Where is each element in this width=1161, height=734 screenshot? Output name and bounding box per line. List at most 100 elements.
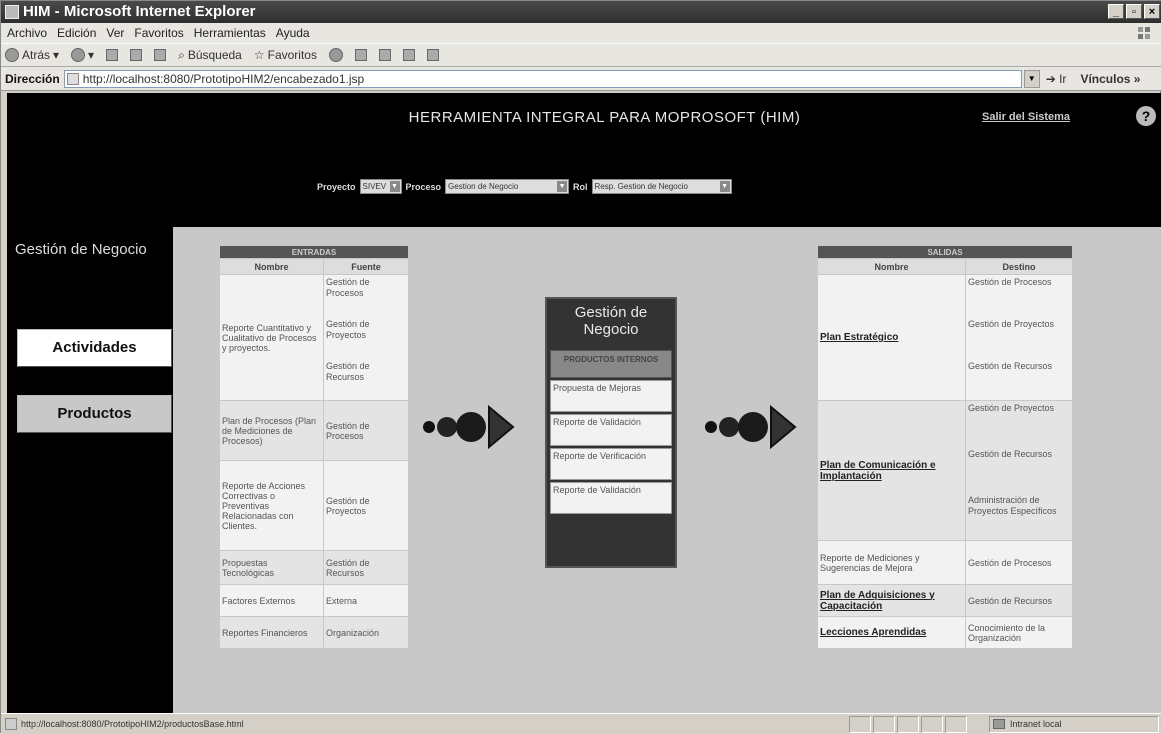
internal-products-header: PRODUCTOS INTERNOS — [550, 350, 672, 378]
search-icon: ⌕ — [178, 48, 185, 62]
address-label: Dirección — [5, 71, 60, 86]
minimize-button[interactable]: _ — [1108, 4, 1124, 19]
role-label: Rol — [573, 181, 588, 192]
role-value: Resp. Gestion de Negocio — [594, 182, 688, 191]
output-name: Reporte de Mediciones y Sugerencias de M… — [817, 540, 966, 585]
menu-edicion[interactable]: Edición — [57, 23, 96, 43]
table-row: Plan de Comunicación e Implantación Gest… — [817, 400, 1073, 541]
discuss-icon[interactable] — [426, 49, 439, 61]
app-header: HERRAMIENTA INTEGRAL PARA MOPROSOFT (HIM… — [7, 93, 1161, 143]
logout-link[interactable]: Salir del Sistema — [982, 111, 1070, 123]
internal-product-item: Propuesta de Mejoras — [550, 380, 672, 412]
menu-ver[interactable]: Ver — [106, 23, 124, 43]
output-dest: Conocimiento de la Organización — [965, 616, 1073, 649]
output-link[interactable]: Lecciones Aprendidas — [820, 627, 926, 638]
outputs-col-name: Nombre — [817, 258, 966, 275]
address-input[interactable]: http://localhost:8080/PrototipoHIM2/enca… — [63, 69, 1022, 88]
refresh-icon[interactable] — [130, 49, 143, 61]
go-button[interactable]: ➔ Ir — [1046, 72, 1067, 86]
ie-icon — [5, 5, 19, 19]
favorites-label: Favoritos — [267, 48, 317, 62]
history-icon[interactable] — [328, 48, 343, 62]
role-select[interactable]: Resp. Gestion de Negocio ▼ — [591, 179, 732, 194]
intranet-icon — [993, 719, 1005, 729]
output-dest: Gestión de Procesos — [968, 276, 1052, 287]
internal-product-item: Reporte de Validación — [550, 414, 672, 446]
output-name-cell: Plan de Adquisiciones y Capacitación — [817, 584, 966, 617]
output-dest: Gestión de Procesos — [965, 540, 1073, 585]
maximize-button[interactable]: ▫ — [1126, 4, 1142, 19]
favorites-button[interactable]: ☆ Favoritos — [254, 43, 317, 67]
menu-ayuda[interactable]: Ayuda — [276, 23, 310, 43]
table-row: Reporte Cuantitativo y Cualitativo de Pr… — [219, 274, 409, 401]
window-title: HIM - Microsoft Internet Explorer — [23, 3, 256, 20]
output-name-cell: Plan de Comunicación e Implantación — [817, 400, 966, 541]
project-value: SIVEV — [362, 182, 387, 191]
table-row: Reporte de Mediciones y Sugerencias de M… — [817, 540, 1073, 585]
menu-favoritos[interactable]: Favoritos — [134, 23, 183, 43]
help-icon[interactable]: ? — [1136, 106, 1156, 126]
address-url: http://localhost:8080/PrototipoHIM2/enca… — [82, 71, 365, 86]
chevron-down-icon: ▾ — [88, 48, 95, 62]
activities-button[interactable]: Actividades — [17, 329, 172, 367]
project-select[interactable]: SIVEV ▼ — [359, 179, 402, 194]
mail-icon[interactable] — [354, 49, 367, 61]
output-dest: Gestión de Recursos — [968, 448, 1053, 459]
search-button[interactable]: ⌕ Búsqueda — [178, 43, 242, 67]
chevron-down-icon: ▼ — [719, 181, 730, 192]
internal-product-item: Reporte de Validación — [550, 482, 672, 514]
back-arrow-icon — [5, 48, 19, 62]
input-source: Gestión de Procesos — [323, 400, 409, 461]
status-segment — [921, 716, 943, 733]
output-dest: Gestión de Recursos — [965, 584, 1073, 617]
stop-icon[interactable] — [106, 49, 119, 61]
table-row: Lecciones Aprendidas Conocimiento de la O… — [817, 616, 1073, 649]
inputs-col-source: Fuente — [323, 258, 409, 275]
inputs-col-name: Nombre — [219, 258, 324, 275]
process-label: Proceso — [405, 181, 442, 192]
address-bar: Dirección http://localhost:8080/Prototip… — [1, 67, 1161, 91]
chevron-down-icon: ▼ — [389, 181, 400, 192]
status-segment — [873, 716, 895, 733]
menu-archivo[interactable]: Archivo — [7, 23, 47, 43]
input-sources: Gestión de Procesos Gestión de Proyectos… — [323, 274, 409, 401]
input-name: Propuestas Tecnológicas — [219, 550, 324, 585]
menu-herramientas[interactable]: Herramientas — [194, 23, 266, 43]
output-dests: Gestión de Proyectos Gestión de Recursos… — [965, 400, 1073, 541]
status-bar: http://localhost:8080/PrototipoHIM2/prod… — [1, 713, 1161, 734]
print-icon[interactable] — [378, 49, 391, 61]
process-value: Gestion de Negocio — [448, 182, 519, 191]
output-link[interactable]: Plan de Comunicación e Implantación — [820, 460, 936, 482]
output-link[interactable]: Plan de Adquisiciones y Capacitación — [820, 590, 935, 612]
input-name: Factores Externos — [219, 584, 324, 617]
title-bar: HIM - Microsoft Internet Explorer _ ▫ × — [1, 1, 1161, 23]
links-button[interactable]: Vínculos » — [1080, 72, 1140, 86]
output-name-cell: Plan Estratégico — [817, 274, 966, 401]
process-select[interactable]: Gestion de Negocio ▼ — [445, 179, 570, 194]
close-button[interactable]: × — [1144, 4, 1160, 19]
input-source: Gestión de Proyectos — [323, 460, 409, 551]
forward-button[interactable]: ▾ — [71, 43, 94, 67]
input-name: Reporte Cuantitativo y Cualitativo de Pr… — [219, 274, 324, 401]
internal-product-item: Reporte de Verificación — [550, 448, 672, 480]
outputs-table: SALIDAS Nombre Destino Plan Estratégico G… — [817, 245, 1073, 649]
table-row: Plan Estratégico Gestión de Procesos Ges… — [817, 274, 1073, 401]
output-dest: Administración de Proyectos Específicos — [968, 494, 1057, 516]
status-url: http://localhost:8080/PrototipoHIM2/prod… — [21, 719, 244, 729]
back-button[interactable]: Atrás ▾ — [5, 43, 59, 67]
input-source: Gestión de Recursos — [323, 550, 409, 585]
input-source: Organización — [323, 616, 409, 649]
output-dest: Gestión de Proyectos — [968, 318, 1055, 329]
flow-arrow-icon — [423, 404, 515, 450]
output-link[interactable]: Plan Estratégico — [820, 332, 898, 343]
products-button[interactable]: Productos — [17, 395, 172, 433]
table-row: Factores Externos Externa — [219, 584, 409, 617]
project-label: Proyecto — [317, 181, 356, 192]
inputs-title: ENTRADAS — [219, 245, 409, 259]
outputs-col-dest: Destino — [965, 258, 1073, 275]
table-row: Reporte de Acciones Correctivas o Preven… — [219, 460, 409, 551]
address-dropdown[interactable]: ▼ — [1023, 69, 1040, 88]
home-icon[interactable] — [154, 49, 167, 61]
edit-icon[interactable] — [402, 49, 415, 61]
page-icon — [66, 72, 79, 85]
